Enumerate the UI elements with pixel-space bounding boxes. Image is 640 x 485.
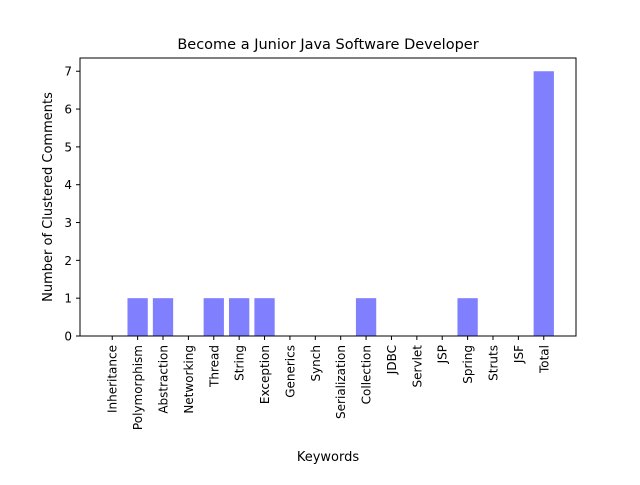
bar-spring — [457, 298, 478, 336]
x-tick-label: Thread — [207, 345, 221, 388]
bar-polymorphism — [127, 298, 148, 336]
bar-chart: Become a Junior Java Software Developer … — [0, 0, 640, 480]
x-tick-label: String — [233, 345, 247, 381]
x-tick-label: JSF — [512, 345, 526, 364]
y-tick-label: 6 — [64, 103, 72, 117]
y-tick-label: 7 — [64, 65, 72, 79]
y-tick-label: 5 — [64, 140, 72, 154]
y-tick-label: 3 — [64, 216, 72, 230]
x-tick-label: Collection — [360, 345, 374, 404]
y-axis-label: Number of Clustered Comments — [41, 92, 56, 302]
x-tick-label: Generics — [283, 345, 297, 398]
x-tick-label: Exception — [258, 345, 272, 404]
x-tick-label: Synch — [309, 345, 323, 382]
x-axis-label: Keywords — [297, 450, 360, 465]
x-tick-label: Abstraction — [157, 345, 171, 414]
y-tick-label: 2 — [64, 254, 72, 268]
x-tick-label: Serialization — [334, 345, 348, 419]
bar-total — [533, 71, 554, 336]
x-tick-label: Spring — [461, 345, 475, 384]
y-tick-label: 1 — [64, 292, 72, 306]
x-tick-label: Total — [537, 345, 551, 374]
bar-abstraction — [152, 298, 174, 336]
x-tick-label: Struts — [486, 345, 500, 381]
x-tick-label: JDBC — [385, 345, 399, 375]
bar-string — [229, 298, 250, 336]
chart: Become a Junior Java Software Developer … — [0, 0, 640, 480]
y-tick-label: 4 — [64, 178, 72, 192]
x-tick-label: Networking — [182, 345, 196, 414]
bar-collection — [355, 298, 377, 336]
bar-thread — [203, 298, 224, 336]
bar-exception — [254, 298, 275, 336]
x-tick-label: Servlet — [410, 345, 424, 388]
x-tick-label: Polymorphism — [131, 345, 145, 430]
x-tick-label: Inheritance — [106, 345, 120, 413]
chart-title: Become a Junior Java Software Developer — [177, 37, 478, 53]
x-tick-label: JSP — [436, 345, 450, 364]
y-tick-label: 0 — [64, 330, 72, 344]
